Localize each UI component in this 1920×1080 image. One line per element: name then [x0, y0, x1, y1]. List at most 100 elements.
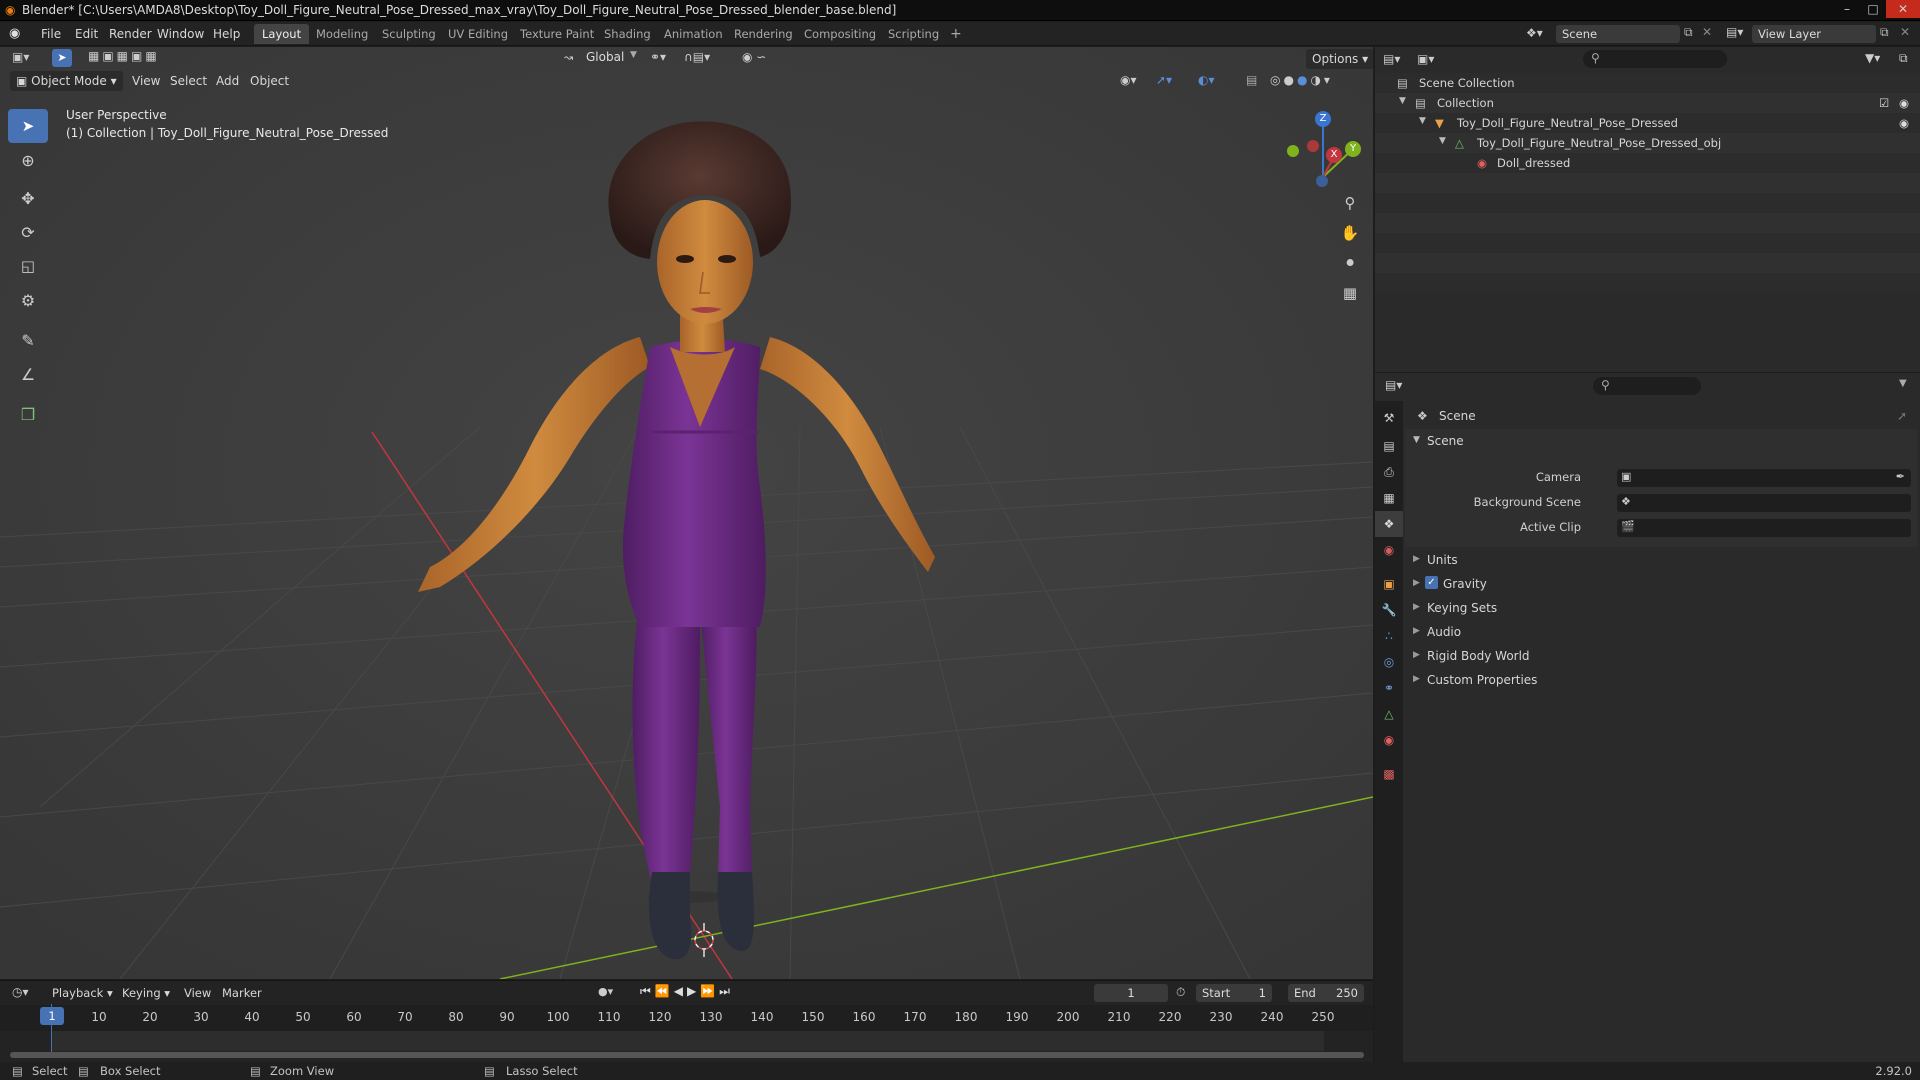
tab-scene[interactable]: ❖ [1375, 511, 1403, 537]
menu-select[interactable]: Select [164, 71, 213, 91]
properties-search-input[interactable]: ⚲ [1593, 377, 1701, 395]
gizmo-y-axis[interactable]: Y [1345, 141, 1361, 157]
background-scene-field[interactable]: ❖ [1617, 494, 1911, 512]
tab-data[interactable]: △ [1375, 701, 1403, 727]
expand-arrow-icon[interactable]: ▼ [1399, 96, 1406, 106]
cursor-tool[interactable]: ⊕ [8, 143, 48, 177]
tab-animation[interactable]: Animation [656, 24, 731, 44]
playhead-marker[interactable]: 1 [40, 1007, 64, 1025]
eye-icon[interactable]: ◉ [1899, 116, 1909, 130]
tab-particles[interactable]: ∴ [1375, 623, 1403, 649]
outliner-row-mesh[interactable]: ▼ △ Toy_Doll_Figure_Neutral_Pose_Dressed… [1375, 133, 1920, 153]
end-frame-field[interactable]: End 250 [1288, 984, 1364, 1002]
add-workspace-button[interactable]: + [942, 24, 970, 44]
expand-arrow-icon[interactable]: ▼ [1413, 435, 1420, 445]
expand-arrow-icon[interactable]: ▼ [1419, 116, 1426, 126]
new-scene-icon[interactable]: ⧉ [1684, 25, 1693, 40]
subpanel-audio[interactable]: ▶ Audio [1405, 621, 1917, 643]
3d-viewport[interactable]: Z Y X ▣▾ ➤ ▦▣▦▣▦ ↝ Global ▼ ⚭▾ ∩▤▾ ◉ ∽ O… [0, 47, 1373, 979]
transform-orientation-dropdown[interactable]: Global [586, 50, 624, 64]
add-cube-tool[interactable]: ❒ [8, 397, 48, 431]
visibility-icon[interactable]: ◉▾ [1120, 73, 1137, 87]
menu-window[interactable]: Window [150, 25, 211, 43]
outliner-row-scene-collection[interactable]: ▤ Scene Collection [1375, 73, 1920, 93]
subpanel-custom-properties[interactable]: ▶ Custom Properties [1405, 669, 1917, 691]
outliner-editor-type-icon[interactable]: ▤▾ [1383, 52, 1400, 66]
camera-view-button[interactable]: ⚫ [1336, 249, 1364, 277]
rotate-tool[interactable]: ⟳ [8, 215, 48, 249]
tab-layout[interactable]: Layout [254, 24, 310, 44]
xray-icon[interactable]: ▤ [1246, 73, 1257, 87]
gravity-checkbox[interactable]: ✓ [1425, 576, 1438, 589]
eye-icon[interactable]: ◉ [1899, 96, 1909, 110]
transform-tool[interactable]: ⚙ [8, 283, 48, 317]
subpanel-gravity[interactable]: ▶ ✓ Gravity [1405, 573, 1917, 595]
timeline-editor-type-icon[interactable]: ◷▾ [12, 985, 29, 999]
view-layer-field[interactable]: View Layer [1752, 25, 1876, 43]
timeline-scrollbar[interactable] [10, 1052, 1364, 1058]
tab-sculpting[interactable]: Sculpting [374, 24, 444, 44]
pin-icon[interactable]: ➚ [1897, 409, 1907, 423]
view-layer-icon[interactable]: ▤▾ [1726, 25, 1743, 39]
expand-arrow-icon[interactable]: ▼ [1439, 136, 1446, 146]
snap-icon[interactable]: ∩▤▾ [684, 50, 710, 64]
record-button[interactable]: ●▾ [598, 985, 613, 998]
camera-field[interactable]: ▣ ✒ [1617, 469, 1911, 487]
editor-type-icon[interactable]: ▣▾ [12, 50, 29, 64]
menu-keying[interactable]: Keying ▾ [116, 983, 176, 1003]
new-view-layer-icon[interactable]: ⧉ [1880, 25, 1889, 40]
tab-modeling[interactable]: Modeling [308, 24, 376, 44]
tab-scripting[interactable]: Scripting [880, 24, 947, 44]
menu-marker[interactable]: Marker [216, 983, 268, 1003]
menu-object[interactable]: Object [244, 71, 295, 91]
ortho-toggle-button[interactable]: ▦ [1336, 279, 1364, 307]
menu-edit[interactable]: Edit [68, 25, 105, 43]
outliner-row-object[interactable]: ▼ ▼ Toy_Doll_Figure_Neutral_Pose_Dressed… [1375, 113, 1920, 133]
menu-view[interactable]: View [126, 71, 166, 91]
menu-timeline-view[interactable]: View [178, 983, 217, 1003]
tab-compositing[interactable]: Compositing [796, 24, 884, 44]
gizmo-toggle-icon[interactable]: ➚▾ [1156, 73, 1172, 87]
chevron-down-icon[interactable]: ▼ [1899, 378, 1907, 389]
start-frame-field[interactable]: Start 1 [1196, 984, 1272, 1002]
minimize-button[interactable]: – [1834, 0, 1860, 18]
exclude-checkbox-icon[interactable]: ☑ [1879, 96, 1889, 110]
tab-uv-editing[interactable]: UV Editing [440, 24, 516, 44]
tab-object[interactable]: ▣ [1375, 571, 1403, 597]
delete-scene-icon[interactable]: ✕ [1702, 25, 1712, 39]
outliner-row-material[interactable]: ◉ Doll_dressed [1375, 153, 1920, 173]
tab-texture-paint[interactable]: Texture Paint [512, 24, 602, 44]
scene-selector-icon[interactable]: ❖▾ [1526, 26, 1543, 40]
move-tool[interactable]: ✥ [8, 181, 48, 215]
blender-menu-icon[interactable]: ◉ [9, 26, 20, 41]
close-button[interactable]: ✕ [1886, 0, 1920, 18]
select-tool-icon[interactable]: ➤ [52, 49, 72, 67]
pan-button[interactable]: ✋ [1336, 219, 1364, 247]
tab-shading[interactable]: Shading [596, 24, 659, 44]
zoom-button[interactable]: ⚲ [1336, 189, 1364, 217]
outliner-search-input[interactable]: ⚲ [1583, 50, 1727, 68]
shading-mode-icons[interactable]: ◎●●◑▾ [1270, 73, 1333, 87]
display-mode-icon[interactable]: ▣▾ [1417, 52, 1434, 66]
tab-tool[interactable]: ⚒ [1375, 405, 1403, 431]
measure-tool[interactable]: ∠ [8, 357, 48, 391]
gizmo-x-axis[interactable]: X [1326, 147, 1342, 163]
scene-name-field[interactable]: Scene [1556, 25, 1680, 43]
select-box-tool[interactable]: ➤ [8, 109, 48, 143]
tab-physics[interactable]: ◎ [1375, 649, 1403, 675]
properties-editor-type-icon[interactable]: ▤▾ [1385, 378, 1402, 392]
tab-material[interactable]: ◉ [1375, 727, 1403, 753]
mode-dropdown[interactable]: ▣ Object Mode ▾ [10, 71, 123, 91]
tab-texture[interactable]: ▩ [1375, 761, 1403, 787]
proportional-editing-icon[interactable]: ◉ ∽ [742, 50, 766, 64]
delete-view-layer-icon[interactable]: ✕ [1900, 25, 1910, 39]
filter-icon[interactable]: ▼▾ [1865, 51, 1880, 65]
tab-modifiers[interactable]: 🔧 [1375, 597, 1403, 623]
scene-panel-title[interactable]: Scene [1427, 434, 1464, 448]
options-dropdown[interactable]: Options ▾ [1306, 49, 1373, 69]
outliner-row-collection[interactable]: ▼ ▤ Collection ☑ ◉ [1375, 93, 1920, 113]
tab-view-layer[interactable]: ▦ [1375, 485, 1403, 511]
overlays-icon[interactable]: ◐▾ [1198, 73, 1215, 87]
pivot-point-icon[interactable]: ⚭▾ [650, 50, 666, 64]
frame-ruler[interactable]: 10 20 30 40 50 60 70 80 90 100 110 120 130 140 150 160 1… [0, 1005, 1373, 1031]
